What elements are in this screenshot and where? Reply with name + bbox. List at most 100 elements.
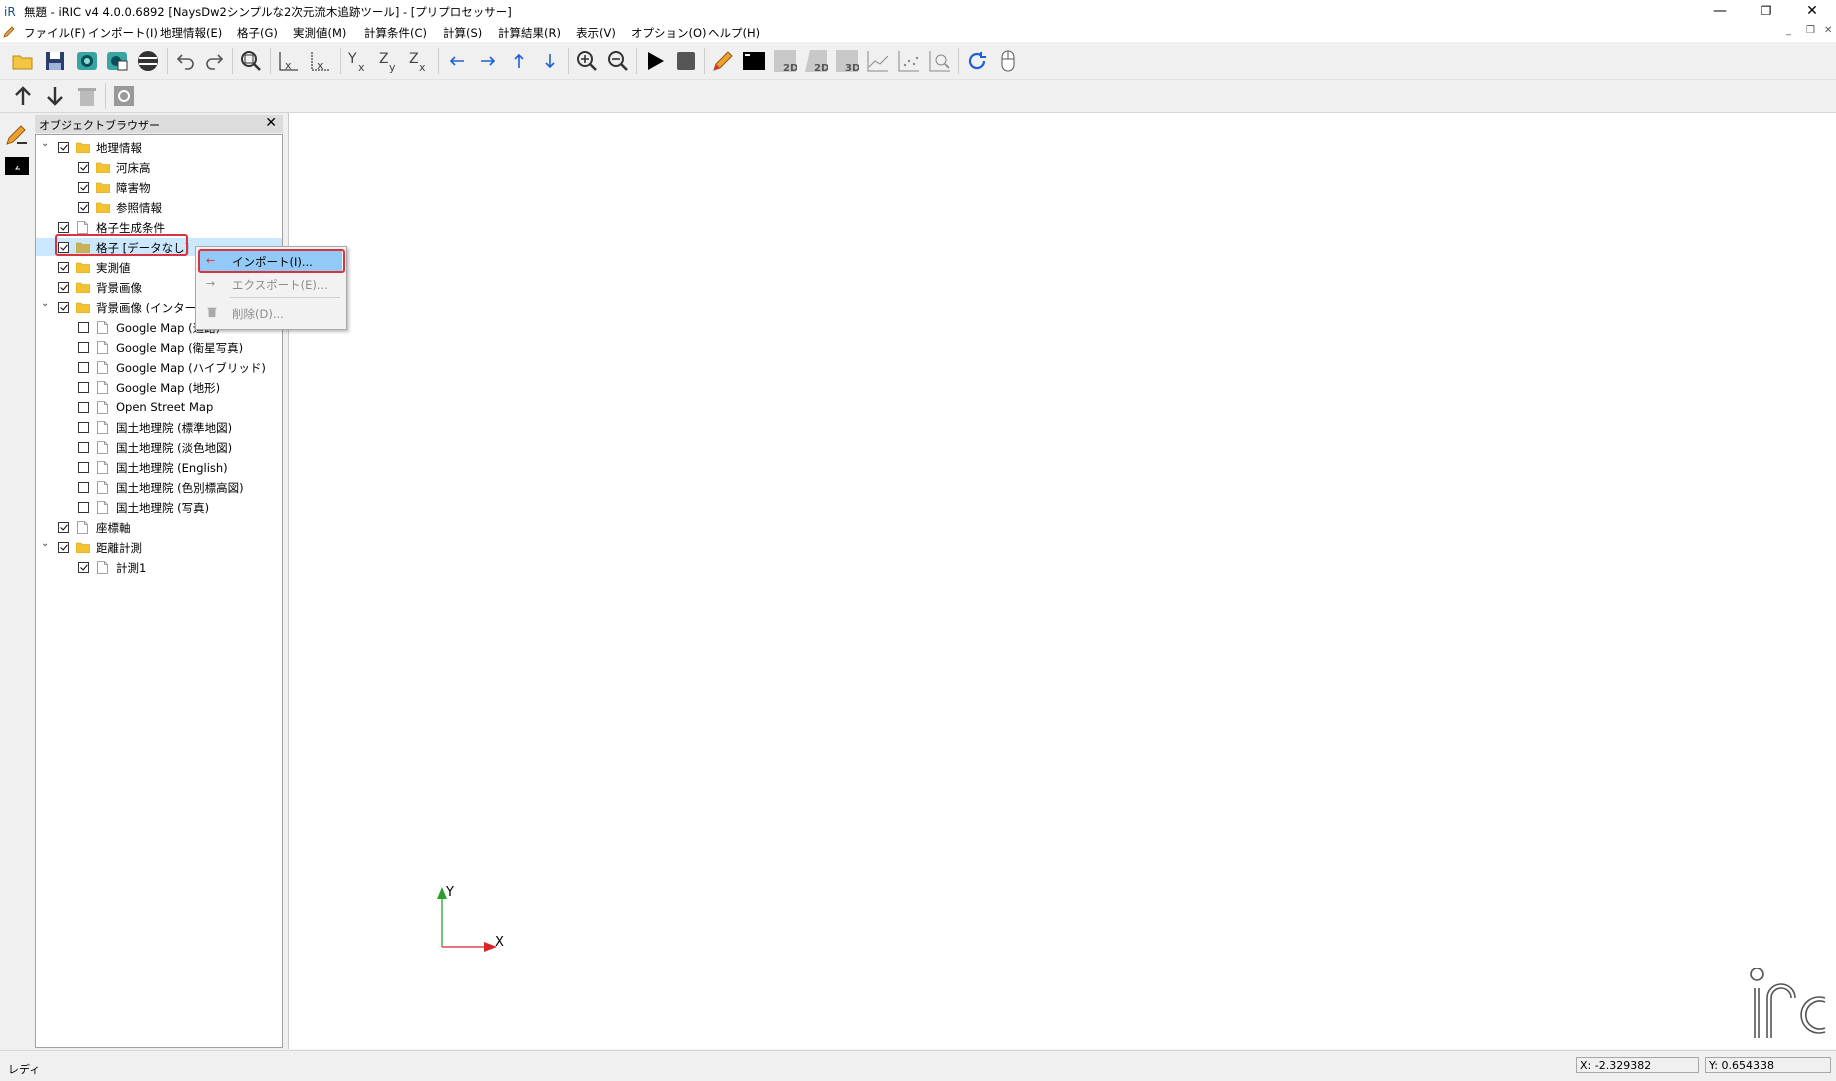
tree-item[interactable]: ⌄ 距離計測 <box>36 538 282 556</box>
view-zy-icon[interactable]: Zy <box>376 48 402 74</box>
tree-item-checkbox[interactable] <box>78 442 89 453</box>
open-folder-icon[interactable] <box>10 48 36 74</box>
redo-icon[interactable] <box>202 48 228 74</box>
close-button[interactable]: ✕ <box>1789 0 1835 22</box>
tree-item-checkbox[interactable] <box>78 342 89 353</box>
menu-options[interactable]: オプション(O) <box>631 25 707 41</box>
tree-item[interactable]: Open Street Map <box>36 398 282 416</box>
menu-calc-result[interactable]: 計算結果(R) <box>498 25 561 41</box>
x-axis-scale-icon[interactable]: x <box>308 48 334 74</box>
tree-item-checkbox[interactable] <box>58 302 69 313</box>
menu-file[interactable]: ファイル(F) <box>24 25 86 41</box>
tree-item[interactable]: 国土地理院 (標準地図) <box>36 418 282 436</box>
graph-zoom-icon[interactable] <box>927 48 953 74</box>
zoom-in-icon[interactable] <box>574 48 600 74</box>
tree-item-checkbox[interactable] <box>78 362 89 373</box>
edit-tool-icon[interactable] <box>4 123 30 147</box>
console-icon[interactable] <box>741 48 767 74</box>
zoom-fit-icon[interactable] <box>238 48 264 74</box>
menu-help[interactable]: ヘルプ(H) <box>708 25 760 41</box>
restore-button[interactable]: ❐ <box>1743 0 1789 22</box>
tree-item-checkbox[interactable] <box>78 462 89 473</box>
move-right-icon[interactable] <box>475 48 501 74</box>
menu-import[interactable]: インポート(I) <box>88 25 158 41</box>
undo-icon[interactable] <box>172 48 198 74</box>
graph-icon[interactable] <box>865 48 891 74</box>
camera-snapshot-icon[interactable] <box>74 48 100 74</box>
tree-item[interactable]: 国土地理院 (写真) <box>36 498 282 516</box>
move-item-up-icon[interactable] <box>10 83 36 109</box>
tree-item[interactable]: 河床高 <box>36 158 282 176</box>
property-settings-icon[interactable] <box>111 83 137 109</box>
menu-calc-condition[interactable]: 計算条件(C) <box>364 25 427 41</box>
mdi-minimize-button[interactable]: _ <box>1786 25 1791 36</box>
tree-item-checkbox[interactable] <box>78 482 89 493</box>
run-calculation-icon[interactable] <box>642 48 668 74</box>
tree-item[interactable]: Google Map (衛星写真) <box>36 338 282 356</box>
view-zx-icon[interactable]: Zx <box>406 48 432 74</box>
save-icon[interactable] <box>42 48 68 74</box>
context-menu-export[interactable]: → エクスポート(E)... <box>198 274 342 295</box>
edit-pencil-icon[interactable] <box>710 48 736 74</box>
expand-chevron-icon[interactable]: ⌄ <box>41 139 51 149</box>
minimize-button[interactable]: — <box>1697 0 1743 22</box>
tree-item[interactable]: 国土地理院 (淡色地図) <box>36 438 282 456</box>
tree-item-checkbox[interactable] <box>58 282 69 293</box>
tree-item-checkbox[interactable] <box>58 262 69 273</box>
tree-item-checkbox[interactable] <box>58 222 69 233</box>
terminal-icon[interactable] <box>4 155 30 177</box>
move-left-icon[interactable] <box>444 48 470 74</box>
menu-measured[interactable]: 実測値(M) <box>293 25 346 41</box>
tree-item-checkbox[interactable] <box>78 562 89 573</box>
zoom-out-icon[interactable] <box>605 48 631 74</box>
expand-chevron-icon[interactable]: ⌄ <box>41 539 51 549</box>
menu-geodata[interactable]: 地理情報(E) <box>160 25 222 41</box>
tree-item-checkbox[interactable] <box>78 322 89 333</box>
google-earth-icon[interactable] <box>135 48 161 74</box>
tree-item[interactable]: ⌄ 地理情報 <box>36 138 282 156</box>
continuous-snapshot-icon[interactable] <box>104 48 130 74</box>
tree-item[interactable]: 国土地理院 (English) <box>36 458 282 476</box>
move-item-down-icon[interactable] <box>42 83 68 109</box>
tree-item-checkbox[interactable] <box>78 202 89 213</box>
expand-chevron-icon[interactable]: ⌄ <box>41 299 51 309</box>
refresh-icon[interactable] <box>964 48 990 74</box>
mdi-close-button[interactable]: ✕ <box>1824 25 1832 36</box>
menu-view[interactable]: 表示(V) <box>576 25 616 41</box>
tree-item-checkbox[interactable] <box>78 402 89 413</box>
post-2d-bird-icon[interactable]: 2D <box>803 48 829 74</box>
x-axis-icon[interactable]: x <box>276 48 302 74</box>
move-down-icon[interactable] <box>537 48 563 74</box>
tree-item-label: Google Map (ハイブリッド) <box>116 361 266 375</box>
tree-item-checkbox[interactable] <box>78 162 89 173</box>
menu-calculation[interactable]: 計算(S) <box>443 25 482 41</box>
tree-item[interactable]: 計測1 <box>36 558 282 576</box>
mouse-hint-icon[interactable] <box>995 48 1021 74</box>
tree-item-checkbox[interactable] <box>58 542 69 553</box>
context-menu-delete[interactable]: 削除(D)... <box>198 303 342 324</box>
view-yx-icon[interactable]: Yx <box>345 48 371 74</box>
scatter-graph-icon[interactable] <box>896 48 922 74</box>
post-2d-icon[interactable]: 2D <box>772 48 798 74</box>
stop-calculation-icon[interactable] <box>673 48 699 74</box>
preprocessor-canvas[interactable]: Y X <box>288 113 1836 1049</box>
tree-item-checkbox[interactable] <box>78 422 89 433</box>
delete-item-icon[interactable] <box>74 83 100 109</box>
tree-item[interactable]: Google Map (地形) <box>36 378 282 396</box>
tree-item[interactable]: Google Map (ハイブリッド) <box>36 358 282 376</box>
tree-item[interactable]: 座標軸 <box>36 518 282 536</box>
tree-item[interactable]: 国土地理院 (色別標高図) <box>36 478 282 496</box>
tree-item-checkbox[interactable] <box>58 522 69 533</box>
tree-item-checkbox[interactable] <box>78 182 89 193</box>
mdi-restore-button[interactable]: ❐ <box>1806 25 1815 36</box>
move-up-icon[interactable] <box>506 48 532 74</box>
folder-icon <box>96 202 110 213</box>
tree-item[interactable]: 障害物 <box>36 178 282 196</box>
post-3d-icon[interactable]: 3D <box>834 48 860 74</box>
tree-item[interactable]: 参照情報 <box>36 198 282 216</box>
tree-item-checkbox[interactable] <box>58 142 69 153</box>
object-browser-close-button[interactable]: ✕ <box>265 115 277 131</box>
tree-item-checkbox[interactable] <box>78 502 89 513</box>
menu-grid[interactable]: 格子(G) <box>237 25 278 41</box>
tree-item-checkbox[interactable] <box>78 382 89 393</box>
